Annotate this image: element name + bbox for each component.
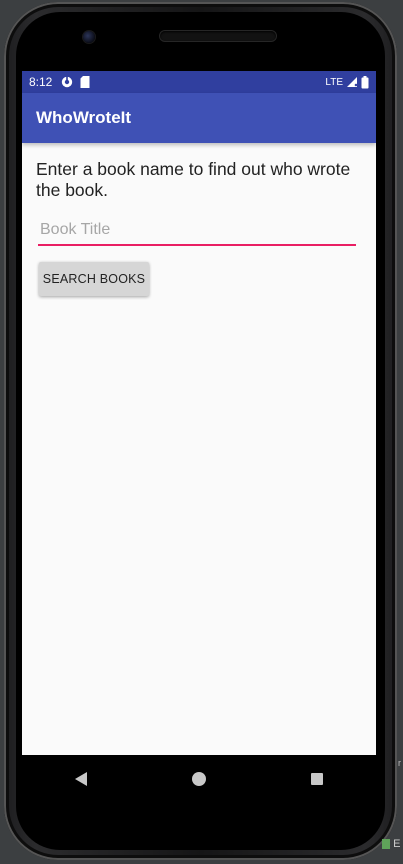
home-button[interactable] — [179, 759, 219, 799]
signal-icon — [347, 77, 358, 87]
instructions-text: Enter a book name to find out who wrote … — [36, 159, 351, 200]
recents-button[interactable] — [297, 759, 337, 799]
sd-card-icon — [80, 76, 90, 88]
home-icon — [192, 772, 206, 786]
main-content: Enter a book name to find out who wrote … — [22, 143, 376, 755]
back-icon — [75, 772, 87, 786]
back-button[interactable] — [61, 759, 101, 799]
status-bar: 8:12 LTE — [22, 71, 376, 93]
data-saver-icon — [62, 76, 73, 88]
battery-icon — [361, 75, 369, 88]
device-screen: 8:12 LTE WhoWroteIt Enter a book name to… — [22, 71, 376, 755]
ide-status-mark — [382, 839, 390, 850]
status-time: 8:12 — [29, 75, 53, 89]
network-type: LTE — [325, 76, 343, 88]
app-bar: WhoWroteIt — [22, 93, 376, 143]
app-title: WhoWroteIt — [36, 108, 132, 127]
navigation-bar — [22, 755, 376, 803]
ide-status-letter: E — [393, 838, 401, 850]
book-title-input[interactable] — [38, 218, 356, 246]
ide-side-fragment: r — [398, 758, 401, 768]
ide-status-fragment: E — [382, 838, 400, 850]
recents-icon — [311, 773, 323, 785]
front-camera — [83, 31, 95, 43]
earpiece-speaker — [160, 31, 276, 41]
search-books-button[interactable]: SEARCH BOOKS — [39, 262, 149, 296]
